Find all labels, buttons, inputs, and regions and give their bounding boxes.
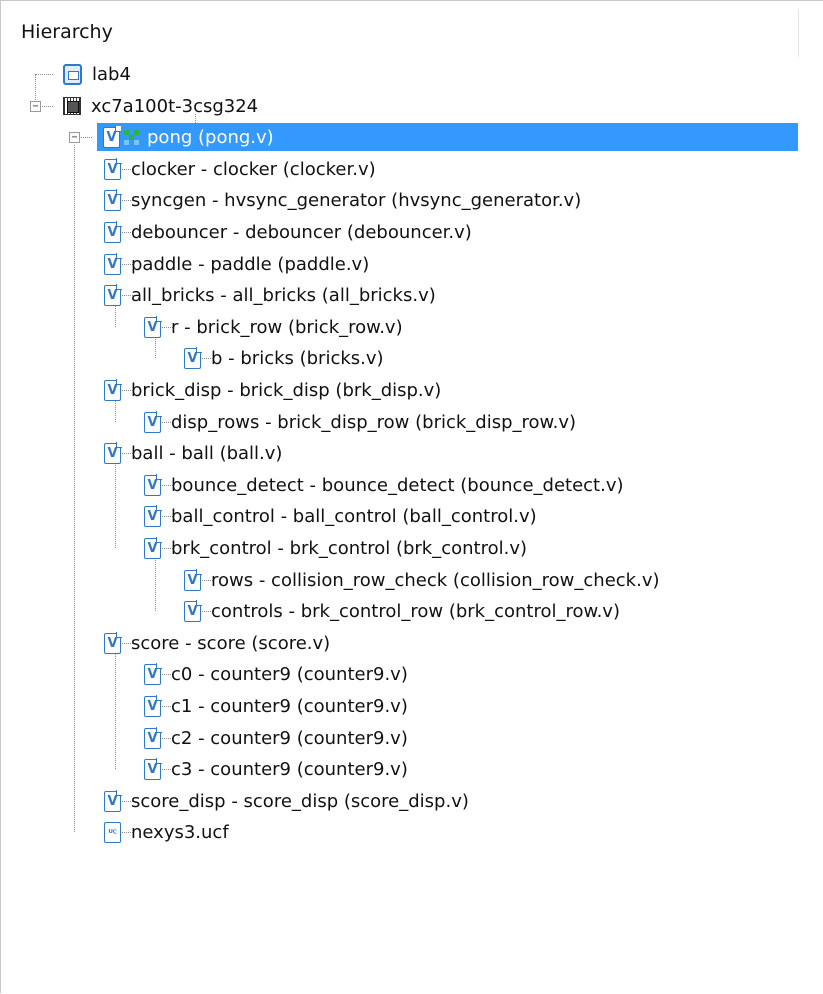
tree-node[interactable]: Vbrick_disp - brick_disp (brk_disp.v) (104, 376, 441, 404)
tree-node-label: brk_control - brk_control (brk_control.v… (171, 537, 528, 559)
verilog-file-icon: V (104, 789, 122, 812)
tree-node-label: ball - ball (ball.v) (131, 442, 283, 464)
tree-node[interactable]: Vb - bricks (bricks.v) (184, 344, 384, 372)
ucf-file-icon: ᵁꟲ (104, 821, 121, 843)
tree-node-label: r - brick_row (brick_row.v) (171, 316, 403, 338)
verilog-file-icon: V (104, 252, 122, 275)
tree-node-label: clocker - clocker (clocker.v) (131, 158, 376, 180)
tree-node-label: nexys3.ucf (131, 821, 229, 843)
verilog-file-icon: V (144, 473, 162, 496)
verilog-file-icon: V (144, 504, 162, 527)
tree-node[interactable]: Vc1 - counter9 (counter9.v) (144, 692, 408, 720)
verilog-file-icon: V (104, 283, 122, 306)
tree-node[interactable]: Vscore - score (score.v) (104, 629, 330, 657)
verilog-file-icon: V (104, 188, 122, 211)
verilog-file-icon: V (144, 536, 162, 559)
tree-guide-line (74, 145, 75, 832)
tree-node-label: bounce_detect - bounce_detect (bounce_de… (171, 474, 624, 496)
verilog-file-icon: V (104, 631, 122, 654)
verilog-file-icon: V (144, 726, 162, 749)
tree-node-label: score - score (score.v) (131, 632, 331, 654)
tree-node[interactable]: Vrows - collision_row_check (collision_r… (184, 566, 660, 594)
tree-node-label: c1 - counter9 (counter9.v) (171, 695, 408, 717)
tree-node[interactable]: Vpong (pong.v) (97, 123, 798, 151)
tree-node-label: pong (pong.v) (147, 126, 274, 148)
tree-node[interactable]: Vcontrols - brk_control_row (brk_control… (184, 597, 620, 625)
tree-guide-line (115, 461, 116, 548)
project-icon (63, 63, 82, 85)
verilog-file-icon: V (104, 220, 122, 243)
tree-node-label: b - bricks (bricks.v) (211, 347, 384, 369)
tree-node[interactable]: lab4 (63, 60, 131, 88)
verilog-file-icon: V (144, 662, 162, 685)
tree-node[interactable]: Vdebouncer - debouncer (debouncer.v) (104, 218, 472, 246)
tree-node-label: brick_disp - brick_disp (brk_disp.v) (131, 379, 442, 401)
tree-node[interactable]: Vscore_disp - score_disp (score_disp.v) (104, 787, 469, 815)
tree-node[interactable]: Vc3 - counter9 (counter9.v) (144, 755, 408, 783)
tree-guide-line (115, 651, 116, 769)
verilog-file-icon: V (144, 315, 162, 338)
tree-node-label: syncgen - hvsync_generator (hvsync_gener… (131, 189, 582, 211)
verilog-file-icon: V (104, 378, 122, 401)
verilog-file-icon: V (144, 694, 162, 717)
tree-node[interactable]: Vbrk_control - brk_control (brk_control.… (144, 534, 527, 562)
verilog-file-icon: V (144, 410, 162, 433)
collapse-toggle-icon[interactable]: − (30, 101, 41, 112)
tree-node-label: score_disp - score_disp (score_disp.v) (131, 790, 469, 812)
tree-connector (35, 74, 53, 75)
tree-node-label: c2 - counter9 (counter9.v) (171, 727, 408, 749)
tree-node[interactable]: Vpaddle - paddle (paddle.v) (104, 250, 369, 278)
tree-node-label: debouncer - debouncer (debouncer.v) (131, 221, 472, 243)
tree-node[interactable]: xc7a100t-3csg324 (63, 92, 258, 120)
tree-node-label: disp_rows - brick_disp_row (brick_disp_r… (171, 411, 577, 433)
tree-node-label: lab4 (92, 63, 131, 85)
tree-node[interactable]: Vdisp_rows - brick_disp_row (brick_disp_… (144, 408, 576, 436)
tree-node-label: c0 - counter9 (counter9.v) (171, 663, 408, 685)
tree-node[interactable]: Vr - brick_row (brick_row.v) (144, 313, 403, 341)
tree-node[interactable]: Vsyncgen - hvsync_generator (hvsync_gene… (104, 186, 581, 214)
tree-node[interactable]: Vc2 - counter9 (counter9.v) (144, 724, 408, 752)
hierarchy-tree[interactable]: lab4− xc7a100t-3csg324− Vpong (pong.v) Vclo… (1, 1, 823, 994)
tree-node[interactable]: Vball - ball (ball.v) (104, 439, 282, 467)
collapse-toggle-icon[interactable]: − (69, 132, 80, 143)
top-module-icon (124, 129, 139, 145)
tree-node-label: controls - brk_control_row (brk_control_… (211, 600, 620, 622)
tree-node[interactable]: ᵁꟲ nexys3.ucf (104, 818, 229, 846)
tree-guide-line (155, 556, 156, 611)
verilog-file-icon: V (184, 346, 202, 369)
tree-node-label: xc7a100t-3csg324 (91, 95, 259, 117)
chip-icon (63, 97, 81, 115)
verilog-file-icon: V (104, 441, 122, 464)
tree-node[interactable]: Vc0 - counter9 (counter9.v) (144, 660, 408, 688)
verilog-file-icon: V (184, 568, 202, 591)
tree-node-label: rows - collision_row_check (collision_ro… (211, 569, 660, 591)
tree-node[interactable]: Vball_control - ball_control (ball_contr… (144, 502, 537, 530)
tree-guide-line (35, 74, 36, 100)
verilog-file-icon: V (103, 125, 121, 148)
tree-node-label: ball_control - ball_control (ball_contro… (171, 505, 537, 527)
tree-node-label: all_bricks - all_bricks (all_bricks.v) (131, 284, 436, 306)
tree-node-label: c3 - counter9 (counter9.v) (171, 758, 408, 780)
verilog-file-icon: V (104, 157, 122, 180)
tree-node[interactable]: Vbounce_detect - bounce_detect (bounce_d… (144, 471, 624, 499)
verilog-file-icon: V (144, 757, 162, 780)
tree-node[interactable]: Vclocker - clocker (clocker.v) (104, 155, 376, 183)
tree-node-label: paddle - paddle (paddle.v) (131, 253, 370, 275)
verilog-file-icon: V (184, 599, 202, 622)
hierarchy-panel: Hierarchy lab4− xc7a100t-3csg324− Vpong (p… (0, 0, 823, 993)
tree-node[interactable]: Vall_bricks - all_bricks (all_bricks.v) (104, 281, 436, 309)
